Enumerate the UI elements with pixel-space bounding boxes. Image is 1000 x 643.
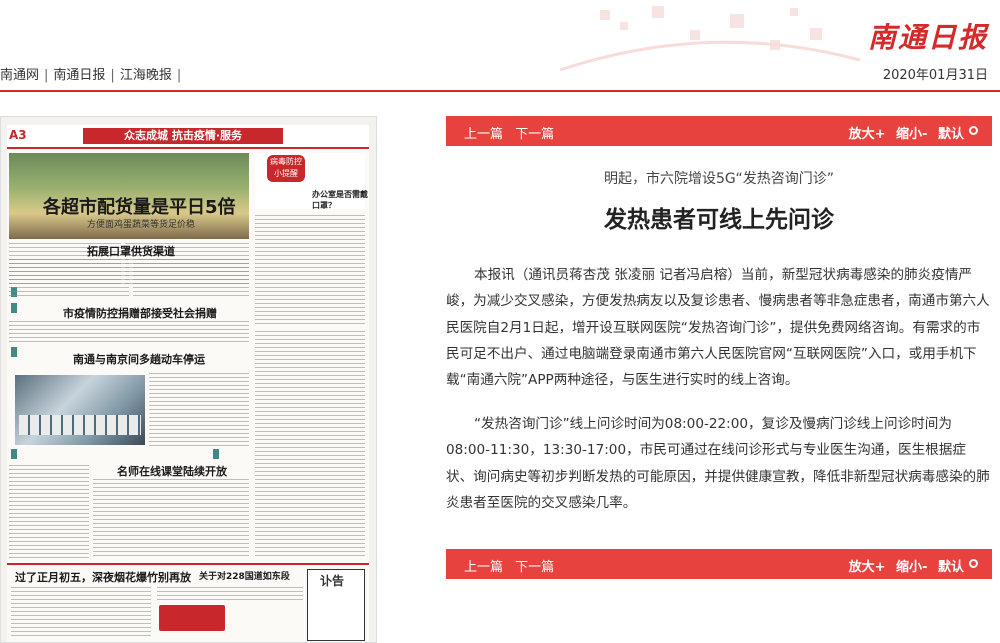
page-top-bar: A3 众志成城 抗击疫情·服务 — [7, 125, 369, 149]
text-block — [255, 331, 365, 559]
article-paragraph: “发热咨询门诊”线上问诊时间为08:00-22:00，复诊及慢病门诊线上问诊时间… — [446, 416, 990, 511]
next-article-link[interactable]: 下一篇 — [515, 127, 554, 142]
zoom-default-button[interactable]: 默认 — [938, 560, 964, 575]
side-badge: 病毒防控小提醒 — [267, 155, 305, 182]
ad-badge — [159, 605, 225, 631]
header-decoration — [560, 6, 860, 72]
link-nantong-net[interactable]: 南通网 — [0, 68, 39, 83]
section-divider — [7, 563, 369, 565]
text-block — [93, 479, 249, 559]
logo[interactable]: 南通日报 — [868, 16, 988, 56]
text-block — [255, 215, 365, 325]
prev-article-link[interactable]: 上一篇 — [464, 127, 503, 142]
section-tag — [11, 347, 17, 357]
article-subtitle: 明起，市六院增设5G“发热咨询门诊” — [604, 171, 834, 187]
zoom-default-button[interactable]: 默认 — [938, 127, 964, 142]
zoom-controls: 放大+ 缩小- 默认 — [843, 123, 964, 142]
photo-trains-detail — [19, 415, 141, 435]
section-tag — [11, 449, 17, 459]
text-block — [11, 587, 151, 639]
headline-main-sub: 方便面鸡蛋蔬菜等货足价稳 — [87, 220, 196, 230]
zoom-in-button[interactable]: 放大+ — [849, 560, 886, 575]
headline-fireworks[interactable]: 过了正月初五，深夜烟花爆竹别再放 — [15, 569, 191, 585]
headline-online-class[interactable]: 名师在线课堂陆续开放 — [117, 463, 227, 479]
article-panel: 上一篇 下一篇 放大+ 缩小- 默认 明起，市六院增设5G“发热咨询门诊” 发热… — [446, 116, 992, 641]
article-title: 发热患者可线上先问诊 — [604, 207, 834, 233]
headline-main[interactable]: 各超市配货量是平日5倍 — [43, 193, 236, 219]
newspaper-page-thumbnail[interactable]: A3 众志成城 抗击疫情·服务 各超市配货量是平日5倍 方便面鸡蛋蔬菜等货足价稳… — [0, 116, 377, 643]
section-tag — [213, 449, 219, 459]
article-toolbar-bottom: 上一篇 下一篇 放大+ 缩小- 默认 — [446, 549, 992, 579]
default-dot-icon[interactable] — [969, 126, 978, 135]
section-tag — [11, 303, 17, 313]
issue-date: 2020年01月31日 — [882, 68, 988, 83]
side-question[interactable]: 办公室是否需戴口罩？ — [312, 189, 369, 211]
site-header: 南通日报 南通网 | 南通日报 | 江海晚报 | 2020年01月31日 — [0, 0, 1000, 92]
obituary-title: 讣告 — [320, 574, 345, 588]
newspaper-page: A3 众志成城 抗击疫情·服务 各超市配货量是平日5倍 方便面鸡蛋蔬菜等货足价稳… — [7, 125, 369, 642]
default-dot-icon[interactable] — [969, 559, 978, 568]
text-block — [9, 321, 249, 343]
prev-article-link[interactable]: 上一篇 — [464, 560, 503, 575]
article-toolbar-top: 上一篇 下一篇 放大+ 缩小- 默认 — [446, 116, 992, 146]
headline-masks[interactable]: 拓展口罩供货渠道 — [87, 243, 175, 259]
article-nav: 上一篇 下一篇 — [464, 556, 562, 575]
page-number: A3 — [9, 128, 27, 142]
page-band: 众志成城 抗击疫情·服务 — [83, 128, 283, 144]
link-nantong-daily[interactable]: 南通日报 — [53, 68, 105, 83]
next-article-link[interactable]: 下一篇 — [515, 560, 554, 575]
text-block — [133, 259, 249, 297]
text-block — [9, 259, 129, 297]
zoom-out-button[interactable]: 缩小- — [896, 127, 927, 142]
article-paragraph: 本报讯（通讯员蒋杏茂 张凌丽 记者冯启榕）当前，新型冠状病毒感染的肺炎疫情严峻，… — [446, 267, 990, 389]
site-links: 南通网 | 南通日报 | 江海晚报 | — [0, 68, 182, 83]
headline-donations[interactable]: 市疫情防控捐赠部接受社会捐赠 — [63, 305, 217, 321]
header-rule — [0, 90, 1000, 92]
headline-trains[interactable]: 南通与南京间多趟动车停运 — [73, 351, 205, 367]
text-block — [9, 465, 89, 559]
text-block — [149, 373, 249, 447]
text-block — [157, 587, 303, 603]
link-jianghai-evening[interactable]: 江海晚报 — [120, 68, 172, 83]
zoom-out-button[interactable]: 缩小- — [896, 560, 927, 575]
zoom-in-button[interactable]: 放大+ — [849, 127, 886, 142]
article-nav: 上一篇 下一篇 — [464, 123, 562, 142]
headline-road[interactable]: 关于对228国道如东段 — [199, 569, 290, 582]
obituary-box[interactable]: 讣告 — [307, 569, 365, 641]
zoom-controls: 放大+ 缩小- 默认 — [843, 556, 964, 575]
